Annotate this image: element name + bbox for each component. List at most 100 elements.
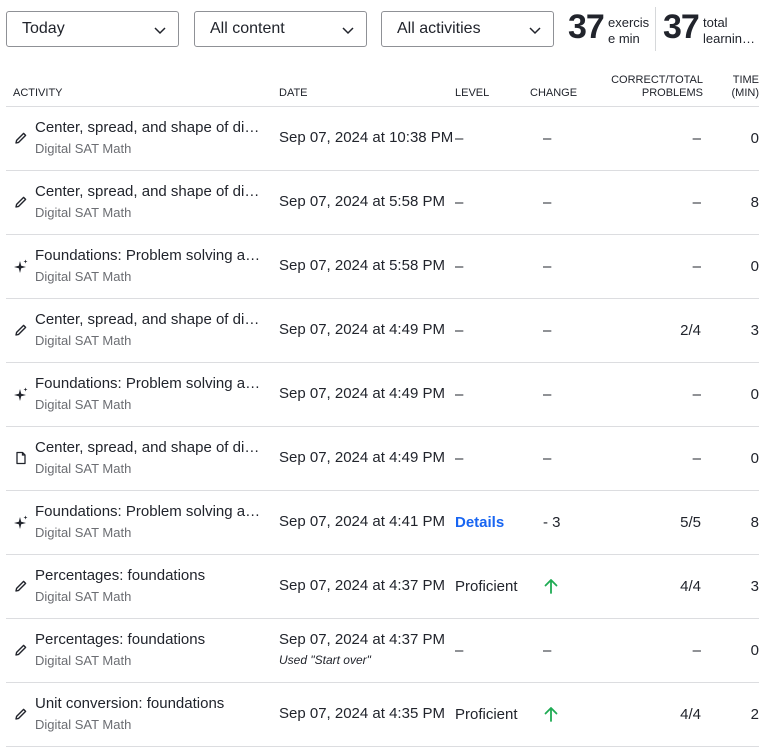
table-row[interactable]: Center, spread, and shape of distributio…: [6, 106, 759, 171]
change-value: –: [543, 385, 552, 403]
time-cell: 8: [703, 170, 759, 235]
date-value: Sep 07, 2024 at 4:41 PM: [279, 513, 445, 530]
table-row[interactable]: Center, spread, and shape of distributio…: [6, 170, 759, 235]
activity-course: Digital SAT Math: [35, 268, 132, 284]
change-value: –: [543, 257, 552, 275]
date-range-dropdown[interactable]: Today: [6, 11, 179, 47]
level-cell: Proficient: [455, 682, 530, 747]
activity-cell[interactable]: Center, spread, and shape of distributio…: [6, 298, 273, 363]
activity-course: Digital SAT Math: [35, 396, 132, 412]
date-value: Sep 07, 2024 at 4:37 PM: [279, 577, 445, 594]
date-value: Sep 07, 2024 at 10:38 PM: [279, 129, 454, 146]
change-value: –: [543, 449, 552, 467]
time-cell: 3: [703, 298, 759, 363]
details-link[interactable]: Details: [455, 514, 504, 531]
table-row[interactable]: Unit conversion: foundations Digital SAT…: [6, 682, 759, 747]
level-value: –: [455, 321, 464, 339]
change-value: - 3: [543, 513, 561, 531]
time-cell: 0: [703, 234, 759, 299]
activity-title[interactable]: Center, spread, and shape of distributio…: [35, 182, 263, 202]
content-dropdown[interactable]: All content: [194, 11, 367, 47]
table-row[interactable]: Percentages: foundations Digital SAT Mat…: [6, 554, 759, 619]
column-header-level[interactable]: Level: [455, 68, 530, 107]
stat-divider: [655, 7, 656, 51]
change-cell: –: [530, 234, 607, 299]
activity-title[interactable]: Foundations: Problem solving and data an…: [35, 374, 263, 394]
activity-cell[interactable]: Foundations: Problem solving and data an…: [6, 234, 273, 299]
change-cell: –: [530, 362, 607, 427]
activity-title[interactable]: Foundations: Problem solving and data an…: [35, 502, 263, 522]
document-icon: [14, 451, 28, 465]
time-cell: 0: [703, 618, 759, 683]
change-value: –: [543, 321, 552, 339]
level-value: –: [455, 129, 464, 147]
column-header-change[interactable]: Change: [530, 68, 607, 107]
level-cell: –: [455, 106, 530, 171]
table-header-row: Activity Date Level Change Correct/Total…: [6, 68, 759, 107]
table-row[interactable]: Foundations: Problem solving and data an…: [6, 234, 759, 299]
activity-cell[interactable]: Center, spread, and shape of distributio…: [6, 426, 273, 491]
correct-total-value: 4/4: [680, 705, 701, 723]
time-cell: 2: [703, 682, 759, 747]
change-value: –: [543, 193, 552, 211]
level-value: –: [455, 449, 464, 467]
date-value: Sep 07, 2024 at 5:58 PM: [279, 257, 445, 274]
activity-title[interactable]: Foundations: Problem solving and data an…: [35, 246, 263, 266]
correct-total-value: 5/5: [680, 513, 701, 531]
arrow-up-icon: [544, 579, 558, 594]
level-value: –: [455, 193, 464, 211]
activity-cell[interactable]: Center, spread, and shape of distributio…: [6, 106, 273, 171]
date-value: Sep 07, 2024 at 4:49 PM: [279, 449, 445, 466]
activity-cell[interactable]: Percentages: foundations Digital SAT Mat…: [6, 618, 273, 683]
exercise-minutes-value: 37: [568, 8, 605, 46]
date-cell: Sep 07, 2024 at 5:58 PM: [273, 234, 455, 299]
activity-cell[interactable]: Percentages: foundations Digital SAT Mat…: [6, 554, 273, 619]
activity-title[interactable]: Percentages: foundations: [35, 630, 263, 650]
column-header-correct-total[interactable]: Correct/Total Problems: [607, 68, 703, 107]
change-cell: –: [530, 426, 607, 491]
table-row[interactable]: Foundations: Problem solving and data an…: [6, 490, 759, 555]
time-value: 8: [750, 193, 759, 211]
date-cell: Sep 07, 2024 at 4:49 PM: [273, 426, 455, 491]
sparkle-icon: [14, 387, 28, 401]
activity-cell[interactable]: Center, spread, and shape of distributio…: [6, 170, 273, 235]
change-cell: [530, 682, 607, 747]
correct-total-value: –: [692, 129, 701, 147]
table-row[interactable]: Foundations: Problem solving and data an…: [6, 362, 759, 427]
activity-cell[interactable]: Unit conversion: foundations Digital SAT…: [6, 682, 273, 747]
activity-cell[interactable]: Foundations: Problem solving and data an…: [6, 490, 273, 555]
total-minutes-value: 37: [663, 8, 700, 46]
activity-cell[interactable]: Foundations: Problem solving and data an…: [6, 362, 273, 427]
chevron-down-icon: [529, 27, 541, 35]
date-cell: Sep 07, 2024 at 4:37 PM: [273, 554, 455, 619]
pencil-icon: [14, 323, 28, 337]
activity-title[interactable]: Unit conversion: foundations: [35, 694, 263, 714]
time-value: 0: [750, 449, 759, 467]
level-value: Proficient: [455, 705, 518, 723]
correct-total-cell: 5/5: [607, 490, 703, 555]
time-cell: 8: [703, 490, 759, 555]
activity-title[interactable]: Percentages: foundations: [35, 566, 263, 586]
level-value: Proficient: [455, 577, 518, 595]
chevron-down-icon: [154, 27, 166, 35]
correct-total-value: 2/4: [680, 321, 701, 339]
change-cell: –: [530, 618, 607, 683]
time-value: 0: [750, 385, 759, 403]
activity-title[interactable]: Center, spread, and shape of distributio…: [35, 438, 263, 458]
change-cell: –: [530, 298, 607, 363]
column-header-activity[interactable]: Activity: [6, 68, 273, 107]
table-row[interactable]: Percentages: foundations Digital SAT Mat…: [6, 618, 759, 683]
correct-total-cell: 4/4: [607, 682, 703, 747]
activity-title[interactable]: Center, spread, and shape of distributio…: [35, 118, 263, 138]
activity-title[interactable]: Center, spread, and shape of distributio…: [35, 310, 263, 330]
date-cell: Sep 07, 2024 at 4:41 PM: [273, 490, 455, 555]
table-row[interactable]: Center, spread, and shape of distributio…: [6, 298, 759, 363]
change-cell: [530, 554, 607, 619]
table-row[interactable]: Center, spread, and shape of distributio…: [6, 426, 759, 491]
column-header-time[interactable]: Time (min): [703, 68, 759, 107]
pencil-icon: [14, 195, 28, 209]
change-cell: –: [530, 170, 607, 235]
activity-type-dropdown[interactable]: All activities: [381, 11, 554, 47]
exercise-minutes-label: exercise min: [608, 15, 650, 46]
column-header-date[interactable]: Date: [273, 68, 455, 107]
